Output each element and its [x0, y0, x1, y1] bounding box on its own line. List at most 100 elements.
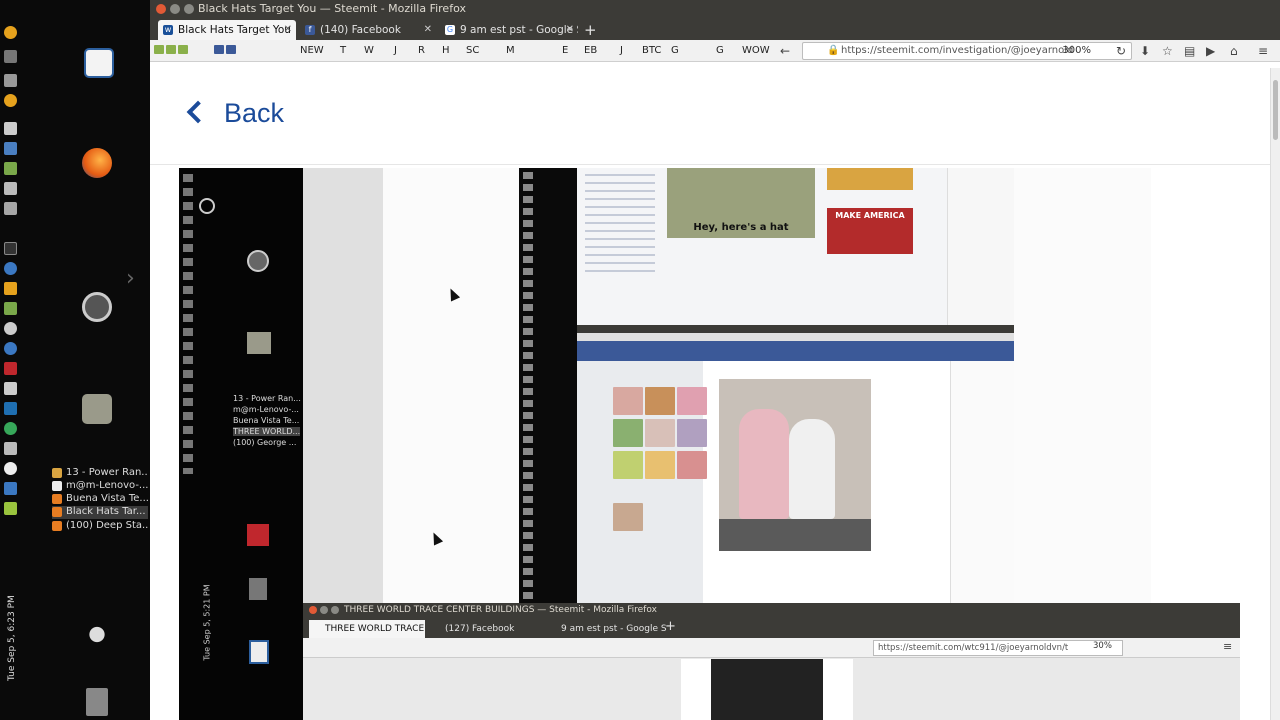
window-title: THREE WORLD TRACE CENTER BUILDINGS — Ste…	[344, 605, 657, 615]
bookmark-item[interactable]: BTC	[642, 44, 661, 58]
close-window-button[interactable]	[156, 4, 166, 14]
task-item[interactable]: m@m-Lenovo-...	[52, 480, 148, 493]
embedded-filezilla-icon	[247, 524, 269, 546]
bookmark-item[interactable]: H	[442, 44, 450, 58]
bookmark-item[interactable]: NEW	[300, 44, 324, 58]
app-icon[interactable]	[4, 442, 17, 455]
bookmark-item[interactable]: R	[418, 44, 425, 58]
app-icon[interactable]	[4, 382, 17, 395]
tab-steemit[interactable]: w Black Hats Target You ✕	[158, 20, 296, 40]
youtube-icon[interactable]: ▶	[1206, 44, 1215, 58]
close-window-button[interactable]	[309, 606, 317, 614]
tab-label: 9 am est pst - Google S	[561, 624, 667, 634]
bitcoin-icon[interactable]	[4, 94, 17, 107]
bookmark-item[interactable]: T	[340, 44, 346, 58]
minimize-window-button[interactable]	[170, 4, 180, 14]
embedded-fb-chat	[950, 361, 1014, 608]
bookmark-item[interactable]: G	[716, 44, 724, 58]
task-item[interactable]: 13 - Power Ran...	[52, 467, 148, 480]
app-icon[interactable]	[4, 50, 17, 63]
app-icon[interactable]	[4, 302, 17, 315]
close-tab-icon[interactable]: ✕	[284, 20, 292, 40]
app-icon[interactable]	[4, 202, 17, 215]
terminal-icon[interactable]	[4, 242, 17, 255]
back-arrow-icon[interactable]: ←	[780, 44, 790, 58]
url-bar[interactable]: 🔒 https://steemit.com/investigation/@joe…	[802, 42, 1132, 60]
bookmark-folder-icon[interactable]	[154, 44, 190, 58]
minimize-window-button[interactable]	[320, 606, 328, 614]
menu-icon[interactable]: ≡	[1258, 44, 1268, 58]
ubuntu-software-icon[interactable]	[82, 292, 112, 322]
clock[interactable]: Tue Sep 5, 6:23 PM	[7, 595, 17, 681]
app-icon[interactable]	[4, 482, 17, 495]
bookmark-item[interactable]: W	[364, 44, 374, 58]
title-bar[interactable]: THREE WORLD TRACE CENTER BUILDINGS — Ste…	[303, 603, 1240, 618]
bookmark-item[interactable]: E	[562, 44, 568, 58]
filezilla-icon[interactable]	[4, 362, 17, 375]
maximize-window-button[interactable]	[331, 606, 339, 614]
bookmark-facebook-icon[interactable]	[214, 44, 238, 58]
new-tab-button[interactable]: +	[665, 619, 676, 634]
user-share-icon[interactable]	[82, 624, 112, 654]
star-icon[interactable]: ☆	[1162, 44, 1173, 58]
bookmark-item[interactable]: J	[620, 44, 623, 58]
firefox-window-secondary[interactable]: THREE WORLD TRACE CENTER BUILDINGS — Ste…	[303, 603, 1240, 720]
task-item-active[interactable]: Black Hats Tar...	[52, 506, 148, 519]
app-icon[interactable]	[4, 502, 17, 515]
calculator-icon[interactable]	[4, 142, 17, 155]
task-item[interactable]: Buena Vista Te...	[52, 493, 148, 506]
close-tab-icon[interactable]: ✕	[424, 20, 432, 40]
maximize-window-button[interactable]	[184, 4, 194, 14]
app-icon[interactable]	[4, 322, 17, 335]
bookmark-item[interactable]: J	[394, 44, 397, 58]
bookmark-item[interactable]: WOW	[742, 44, 770, 58]
home-icon[interactable]: ⌂	[1230, 44, 1238, 58]
task-item[interactable]: (100) Deep Sta...	[52, 520, 148, 533]
back-button[interactable]: Back	[186, 98, 284, 129]
app-icon[interactable]	[4, 162, 17, 175]
zoom-level[interactable]: 300%	[1062, 43, 1091, 59]
tab-google[interactable]: 9 am est pst - Google S	[545, 620, 667, 638]
tab-facebook[interactable]: (127) Facebook	[429, 620, 541, 638]
app-icon[interactable]	[4, 282, 17, 295]
embedded-friend-photo	[613, 503, 643, 531]
maga-text: MAKE AMERICA	[835, 211, 905, 220]
bookmark-item[interactable]: SC	[466, 44, 479, 58]
tab-label: THREE WORLD TRACE	[325, 624, 425, 634]
tab-steemit[interactable]: THREE WORLD TRACE	[309, 620, 425, 638]
embedded-figure	[789, 419, 835, 519]
firefox-icon[interactable]	[82, 148, 112, 178]
reload-icon[interactable]: ↻	[1116, 44, 1126, 58]
embedded-photo	[677, 419, 707, 447]
app-icon[interactable]	[4, 122, 17, 135]
zoom-level[interactable]: 30%	[1093, 641, 1112, 651]
bitcoin-icon[interactable]	[4, 26, 17, 39]
app-icon[interactable]	[4, 74, 17, 87]
scrollbar-thumb[interactable]	[1273, 80, 1278, 140]
bookmark-item[interactable]: EB	[584, 44, 597, 58]
trash-icon[interactable]	[86, 688, 108, 716]
file-cabinet-icon[interactable]	[82, 394, 112, 424]
download-icon[interactable]: ⬇	[1140, 44, 1150, 58]
menu-icon[interactable]: ≡	[1223, 640, 1232, 653]
app-icon[interactable]	[4, 402, 17, 415]
app-icon[interactable]	[4, 462, 17, 475]
title-bar[interactable]: Black Hats Target You — Steemit - Mozill…	[150, 0, 1280, 18]
app-icon[interactable]	[4, 262, 17, 275]
app-icon[interactable]	[4, 182, 17, 195]
task-label: 13 - Power Ran...	[66, 467, 148, 478]
text-editor-icon[interactable]	[84, 48, 114, 78]
reader-icon[interactable]: ▤	[1184, 44, 1195, 58]
tab-facebook[interactable]: f (140) Facebook ✕	[300, 20, 436, 40]
close-tab-icon[interactable]: ✕	[566, 20, 574, 40]
new-tab-button[interactable]: +	[584, 20, 597, 40]
embedded-photo	[613, 387, 643, 415]
bookmark-item[interactable]: M	[506, 44, 515, 58]
app-icon[interactable]	[4, 422, 17, 435]
chevron-right-icon[interactable]: ›	[126, 266, 135, 291]
vertical-scrollbar[interactable]	[1270, 68, 1280, 720]
bookmark-item[interactable]: G	[671, 44, 679, 58]
chromium-icon[interactable]	[4, 342, 17, 355]
url-bar[interactable]: https://steemit.com/wtc911/@joeyarnoldvn…	[873, 640, 1123, 656]
tab-google[interactable]: G 9 am est pst - Google S ✕	[440, 20, 578, 40]
